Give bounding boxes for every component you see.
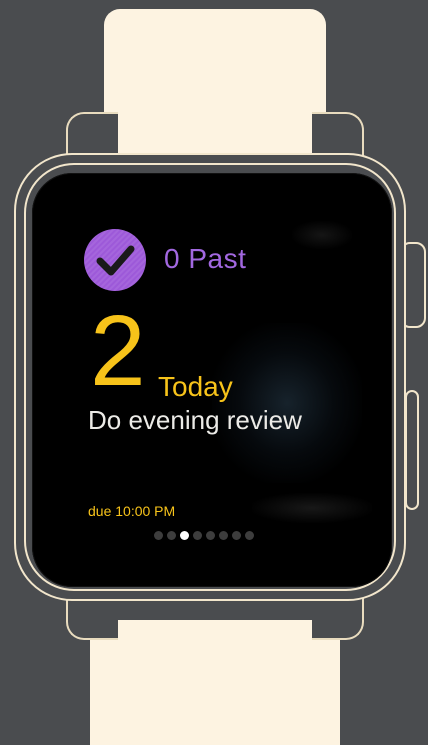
watch-band-bottom xyxy=(90,620,340,745)
page-dot xyxy=(154,531,163,540)
task-title[interactable]: Do evening review xyxy=(88,405,302,436)
side-button[interactable] xyxy=(405,390,419,510)
watch-screen[interactable]: 0 Past 2 Today Do evening review due 10:… xyxy=(32,173,392,587)
due-time: due 10:00 PM xyxy=(88,503,176,519)
page-dot-active xyxy=(180,531,189,540)
background-blur xyxy=(252,493,372,523)
background-blur xyxy=(212,323,362,483)
page-dot xyxy=(206,531,215,540)
watch-band-top xyxy=(104,9,326,159)
page-dot xyxy=(245,531,254,540)
checkmark-icon xyxy=(84,229,146,291)
page-dot xyxy=(167,531,176,540)
page-dot xyxy=(232,531,241,540)
checkmark-circle-icon xyxy=(84,229,146,291)
today-count: 2 xyxy=(90,295,146,407)
past-count-label: 0 Past xyxy=(164,243,247,274)
page-dot xyxy=(193,531,202,540)
page-indicator xyxy=(154,531,254,540)
today-label: Today xyxy=(158,371,233,402)
page-dot xyxy=(219,531,228,540)
background-blur xyxy=(292,221,352,249)
